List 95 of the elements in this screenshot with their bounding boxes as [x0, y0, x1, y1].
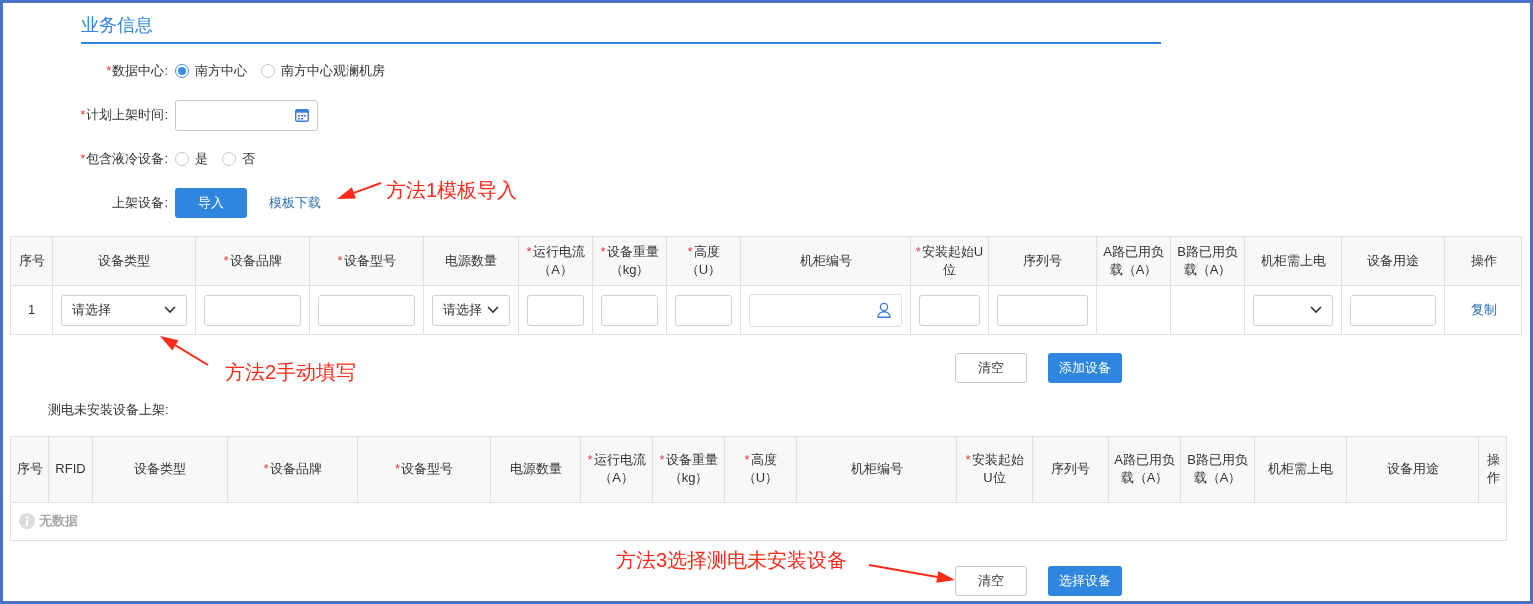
column-header: 电源数量: [424, 237, 519, 285]
required-asterisk: *: [80, 150, 86, 169]
annotation-arrow: [337, 182, 382, 199]
required-asterisk: *: [915, 244, 921, 259]
cabinet-field[interactable]: [749, 293, 902, 327]
column-header: *运行电流（A）: [519, 237, 593, 285]
input-field[interactable]: [318, 294, 415, 326]
required-asterisk: *: [337, 253, 343, 268]
radio-button[interactable]: [261, 64, 275, 78]
annotation-text: 方法3选择测电未安装设备: [616, 548, 848, 573]
column-header: 序号: [11, 436, 49, 502]
column-header: *设备重量（kg）: [653, 436, 725, 502]
radio-button[interactable]: [175, 64, 189, 78]
radio-button[interactable]: [222, 152, 236, 166]
input-field[interactable]: [1350, 294, 1436, 326]
column-header: *高度（U）: [725, 436, 797, 502]
annotation-text: 方法2手动填写: [225, 360, 357, 385]
select-field[interactable]: 请选择: [432, 294, 510, 326]
radio-label: 否: [242, 150, 255, 169]
column-header: 机柜需上电: [1245, 237, 1342, 285]
column-header: *运行电流（A）: [581, 436, 653, 502]
radio-label: 南方中心观澜机房: [281, 62, 385, 81]
column-header: 机柜编号: [797, 436, 957, 502]
select-field[interactable]: [1253, 294, 1333, 326]
column-header: RFID: [49, 436, 93, 502]
info-icon: [19, 513, 35, 529]
column-header: B路已用负载（A）: [1181, 436, 1255, 502]
required-asterisk: *: [263, 461, 269, 476]
date-field[interactable]: [175, 99, 318, 131]
required-asterisk: *: [80, 106, 86, 125]
input-field[interactable]: [919, 294, 980, 326]
column-header: 设备用途: [1347, 436, 1479, 502]
required-asterisk: *: [600, 244, 606, 259]
copy-link[interactable]: 复制: [1470, 300, 1497, 320]
column-header: *设备型号: [310, 237, 424, 285]
field-label: 上架设备:: [112, 194, 168, 213]
column-header: 设备用途: [1342, 237, 1445, 285]
input-field[interactable]: [997, 294, 1088, 326]
required-asterisk: *: [223, 253, 229, 268]
column-header: *设备重量（kg）: [593, 237, 667, 285]
column-header: *设备型号: [358, 436, 491, 502]
radio-label: 是: [195, 150, 208, 169]
field-label: 包含液冷设备:: [86, 150, 168, 169]
required-asterisk: *: [526, 244, 532, 259]
field-label: 计划上架时间:: [86, 106, 168, 125]
input-field[interactable]: [675, 294, 732, 326]
required-asterisk: *: [744, 452, 750, 467]
select-field[interactable]: 请选择: [61, 294, 187, 326]
input-field[interactable]: [204, 294, 301, 326]
required-asterisk: *: [106, 62, 112, 81]
column-header: 序列号: [1033, 436, 1109, 502]
required-asterisk: *: [659, 452, 665, 467]
column-header: *设备品牌: [196, 237, 310, 285]
section-label: 测电未安装设备上架:: [48, 401, 170, 419]
column-header: 机柜需上电: [1255, 436, 1347, 502]
annotation-arrow: [160, 336, 209, 366]
column-header: 操作: [1469, 252, 1498, 270]
chevron-down-icon: [164, 306, 176, 314]
column-header: 操作: [1485, 451, 1501, 487]
section-title: 业务信息: [81, 14, 154, 37]
input-field[interactable]: [601, 294, 658, 326]
primary-button[interactable]: 添加设备: [1048, 353, 1122, 383]
column-header: 序号: [11, 237, 53, 285]
column-header: A路已用负载（A）: [1109, 436, 1181, 502]
column-header: *设备品牌: [228, 436, 358, 502]
import-button[interactable]: 导入: [175, 188, 247, 218]
required-asterisk: *: [394, 461, 401, 476]
column-header: *安装起始U位: [911, 237, 989, 285]
column-header: *高度（U）: [667, 237, 741, 285]
column-header: 设备类型: [53, 237, 196, 285]
column-header: *安装起始U位: [957, 436, 1033, 502]
column-header: 设备类型: [93, 436, 228, 502]
empty-state-text: 无数据: [39, 512, 78, 531]
input-field[interactable]: [527, 294, 584, 326]
radio-label: 南方中心: [195, 62, 247, 81]
required-asterisk: *: [965, 452, 971, 467]
primary-button[interactable]: 选择设备: [1048, 565, 1122, 596]
column-header: 机柜编号: [741, 237, 911, 285]
row-number: 1: [27, 301, 36, 320]
column-header: A路已用负载（A）: [1097, 237, 1171, 285]
field-label: 数据中心:: [112, 62, 168, 81]
column-header: B路已用负载（A）: [1171, 237, 1245, 285]
chevron-down-icon: [487, 306, 499, 314]
user-icon: [877, 302, 891, 318]
required-asterisk: *: [687, 244, 693, 259]
clear-button[interactable]: 清空: [955, 353, 1027, 383]
column-header: 电源数量: [491, 436, 581, 502]
template-download-link[interactable]: 模板下载: [269, 193, 321, 213]
radio-button[interactable]: [175, 152, 189, 166]
clear-button[interactable]: 清空: [955, 565, 1027, 596]
calendar-icon: [295, 108, 309, 122]
column-header: 序列号: [989, 237, 1097, 285]
annotation-text: 方法1模板导入: [386, 178, 518, 203]
chevron-down-icon: [1310, 306, 1322, 314]
required-asterisk: *: [587, 452, 593, 467]
